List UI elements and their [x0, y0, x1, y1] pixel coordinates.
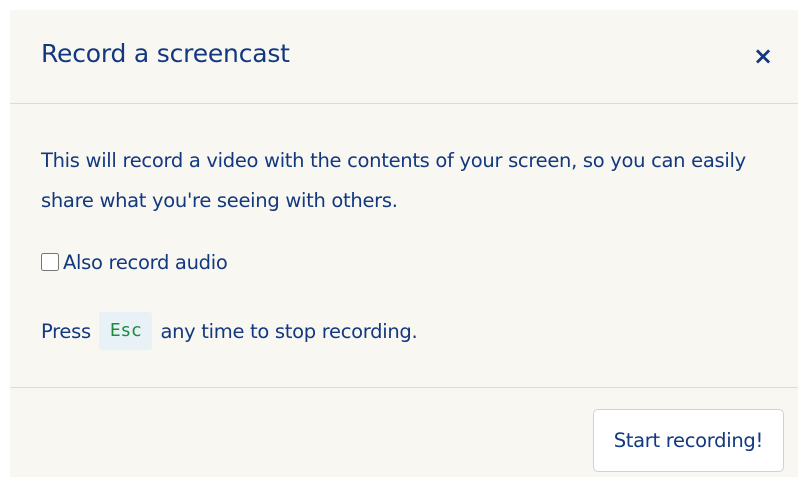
screencast-dialog: Record a screencast × This will record a… [10, 10, 798, 477]
close-button[interactable]: × [749, 40, 777, 72]
esc-key: Esc [98, 312, 153, 350]
record-audio-option[interactable]: Also record audio [41, 244, 228, 280]
record-audio-label: Also record audio [63, 250, 228, 274]
start-recording-button[interactable]: Start recording! [592, 409, 784, 472]
dialog-description: This will record a video with the conten… [41, 149, 746, 212]
hint-suffix: any time to stop recording. [160, 319, 418, 343]
dialog-title: Record a screencast [41, 39, 290, 68]
stop-recording-hint: Press Esc any time to stop recording. [41, 311, 418, 351]
record-audio-checkbox[interactable] [41, 253, 59, 271]
hint-prefix: Press [41, 319, 91, 343]
dialog-header: Record a screencast × [10, 10, 798, 104]
dialog-body: This will record a video with the conten… [10, 104, 798, 388]
dialog-footer: Start recording! [10, 388, 798, 477]
